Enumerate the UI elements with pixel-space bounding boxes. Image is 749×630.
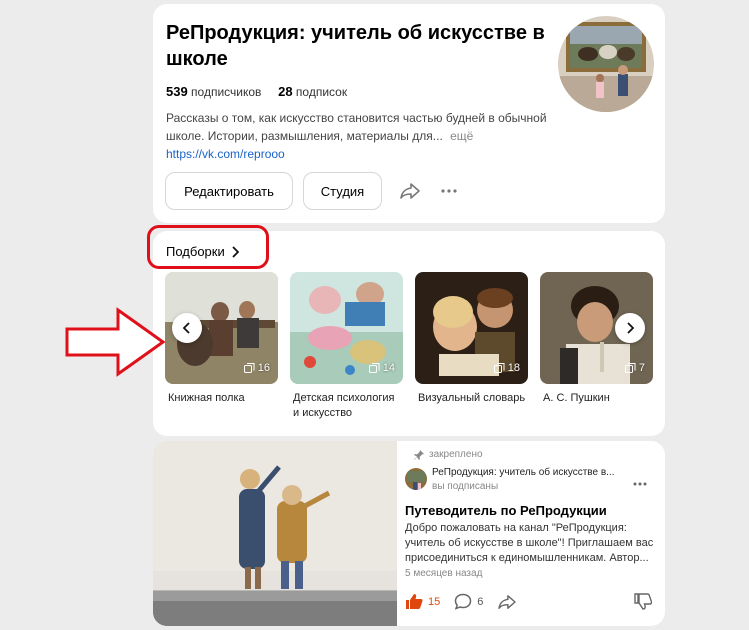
post-author-name[interactable]: РеПродукция: учитель об искусстве в... [432, 467, 615, 478]
subscriptions-count: 28 [278, 84, 293, 99]
annotation-arrow-icon [65, 307, 166, 377]
like-count: 15 [428, 595, 441, 608]
subscription-status: вы подписаны [432, 481, 499, 492]
post-image[interactable] [153, 441, 397, 626]
gallery-icon [243, 363, 255, 373]
subscriptions-label[interactable]: подписок [296, 85, 347, 99]
post-share-button[interactable] [497, 594, 517, 610]
subscribers-count: 539 [166, 84, 188, 99]
edit-button[interactable]: Редактировать [165, 172, 293, 210]
collection-count: 14 [368, 362, 395, 374]
channel-description: Рассказы о том, как искусство становится… [166, 109, 551, 145]
post-actions: 15 6 [405, 593, 531, 610]
subscribers-label[interactable]: подписчиков [191, 85, 261, 99]
collection-count: 18 [493, 362, 520, 374]
carousel-next-button[interactable] [615, 313, 645, 343]
collection-thumbnail: 18 [415, 272, 528, 384]
gallery-icon [624, 363, 636, 373]
collection-label: Детская психология и искусство [293, 392, 395, 419]
chevron-right-icon [627, 322, 634, 334]
post-title[interactable]: Путеводитель по РеПродукции [405, 503, 607, 518]
comment-icon [454, 593, 472, 610]
comment-button[interactable]: 6 [454, 593, 483, 610]
channel-header-card: РеПродукция: учитель об искусстве в школ… [153, 4, 665, 223]
pin-icon [414, 449, 424, 460]
more-link[interactable]: ещё [450, 129, 473, 143]
collection-label: Визуальный словарь [418, 392, 526, 404]
collection-count-value: 14 [382, 362, 395, 374]
carousel-prev-button[interactable] [172, 313, 202, 343]
collection-count-value: 16 [257, 362, 270, 374]
pinned-label: закреплено [429, 449, 483, 460]
collection-count-value: 18 [507, 362, 520, 374]
share-icon [498, 594, 517, 609]
post-time: 5 месяцев назад [405, 568, 483, 579]
collection-count: 16 [243, 362, 270, 374]
studio-button[interactable]: Студия [303, 172, 382, 210]
highlight-outline [147, 225, 269, 269]
collection-thumbnail: 14 [290, 272, 403, 384]
post-text: Добро пожаловать на канал "РеПродукция: … [405, 522, 654, 564]
channel-link[interactable]: https://vk.com/reprooo [166, 147, 285, 161]
gallery-icon [493, 363, 505, 373]
comment-count: 6 [477, 595, 484, 608]
channel-stats: 539 подписчиков 28 подписок [166, 84, 347, 99]
pinned-indicator: закреплено [414, 449, 483, 460]
channel-title: РеПродукция: учитель об искусстве в школ… [166, 22, 545, 70]
collection-label: Книжная полка [168, 392, 245, 404]
post-more-icon[interactable] [633, 473, 647, 491]
gallery-icon [368, 363, 380, 373]
more-options-icon[interactable] [437, 180, 461, 202]
like-icon [406, 594, 423, 609]
collection-count: 7 [624, 362, 645, 374]
collection-count-value: 7 [638, 362, 645, 374]
channel-avatar [558, 16, 654, 112]
channel-description-text: Рассказы о том, как искусство становится… [166, 111, 547, 143]
collection-item[interactable]: 14 Детская психология и искусство [290, 272, 403, 421]
post-author-avatar[interactable] [405, 468, 427, 490]
share-icon[interactable] [398, 180, 422, 202]
like-button[interactable]: 15 [405, 593, 440, 610]
pinned-post-card[interactable]: закреплено РеПродукция: учитель об искус… [153, 441, 665, 626]
collection-label: А. С. Пушкин [543, 392, 610, 404]
dislike-icon[interactable] [634, 593, 653, 615]
chevron-left-icon [183, 322, 190, 334]
collection-item[interactable]: 18 Визуальный словарь [415, 272, 528, 406]
